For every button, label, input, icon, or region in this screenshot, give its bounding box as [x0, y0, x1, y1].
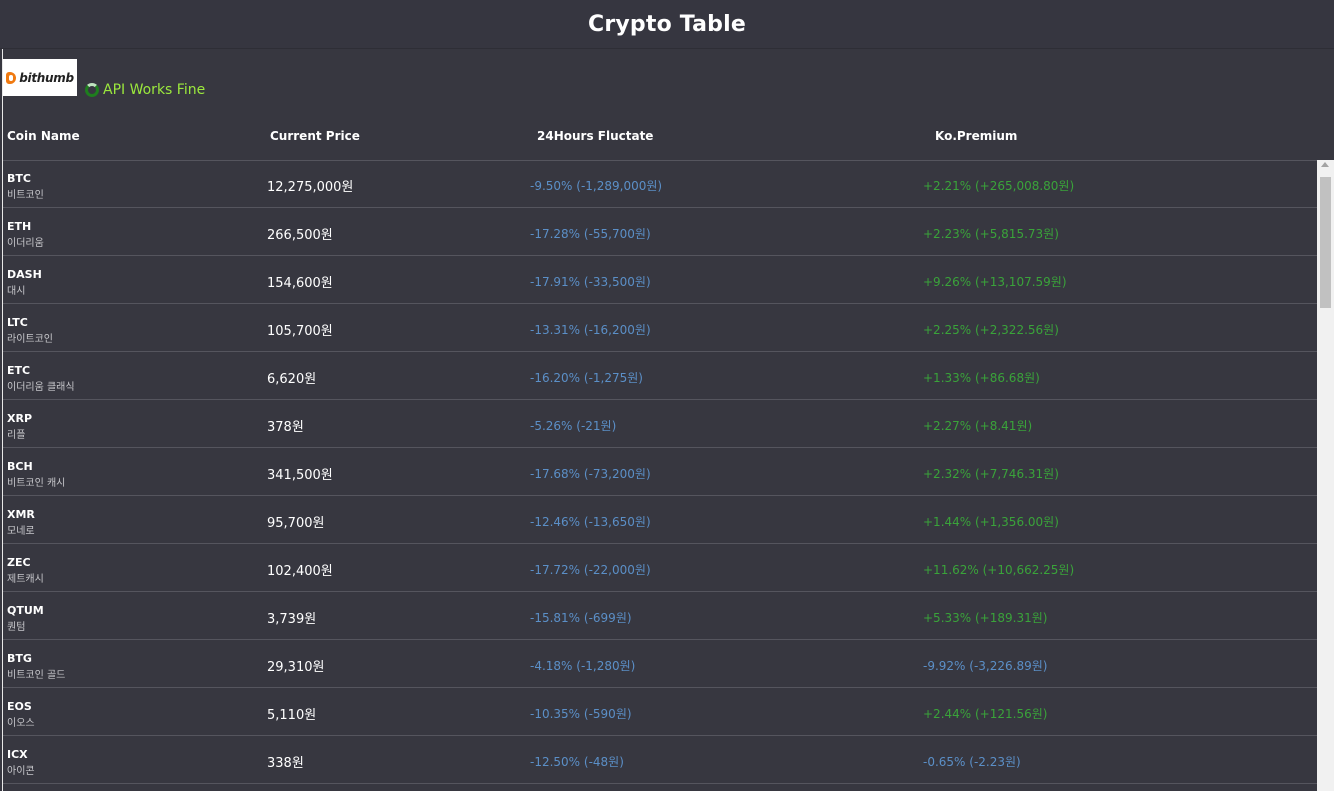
column-header-coin-name[interactable]: Coin Name	[7, 129, 80, 143]
page-header: Crypto Table	[0, 0, 1334, 49]
column-header-fluctuate[interactable]: 24Hours Fluctate	[537, 129, 653, 143]
app-root: Crypto Table bithumb API Works Fine Coin…	[0, 0, 1334, 791]
coin-premium: +5.33% (+189.31원)	[923, 611, 1048, 625]
coin-korean-name: 아이콘	[7, 766, 35, 777]
table-row[interactable]: ETH 이더리움 266,500원 -17.28% (-55,700원) +2.23% …	[3, 208, 1317, 256]
scroll-up-arrow-icon[interactable]	[1321, 162, 1329, 167]
coin-korean-name: 리플	[7, 430, 26, 441]
coin-korean-name: 비트코인 캐시	[7, 478, 66, 489]
coin-fluctuation: -13.31% (-16,200원)	[530, 323, 651, 337]
coin-price: 95,700원	[267, 516, 325, 531]
table-row[interactable]: XRP 리플 378원 -5.26% (-21원) +2.27% (+8.41원)	[3, 400, 1317, 448]
coin-korean-name: 이더리움	[7, 238, 44, 249]
coin-premium: +2.23% (+5,815.73원)	[923, 227, 1059, 241]
coin-korean-name: 비트코인	[7, 190, 44, 201]
coin-fluctuation: -17.72% (-22,000원)	[530, 563, 651, 577]
coin-symbol: DASH	[7, 268, 42, 281]
scrollbar-thumb[interactable]	[1320, 177, 1331, 308]
coin-premium: +2.32% (+7,746.31원)	[923, 467, 1059, 481]
coin-fluctuation: -12.50% (-48원)	[530, 755, 624, 769]
coin-premium: +2.25% (+2,322.56원)	[923, 323, 1059, 337]
coin-korean-name: 라이트코인	[7, 334, 53, 345]
table-row[interactable]: DASH 대시 154,600원 -17.91% (-33,500원) +9.26% (…	[3, 256, 1317, 304]
coin-premium: -9.92% (-3,226.89원)	[923, 659, 1048, 673]
coin-premium: +2.21% (+265,008.80원)	[923, 179, 1075, 193]
coin-korean-name: 모네로	[7, 526, 35, 537]
brand-row: bithumb API Works Fine	[3, 59, 205, 98]
coin-fluctuation: -4.18% (-1,280원)	[530, 659, 636, 673]
coin-symbol: XRP	[7, 412, 33, 425]
main-content: bithumb API Works Fine Coin Name Current…	[2, 49, 1334, 791]
coin-premium: +2.44% (+121.56원)	[923, 707, 1048, 721]
coin-premium: +1.33% (+86.68원)	[923, 371, 1040, 385]
coin-symbol: EOS	[7, 700, 32, 713]
coin-symbol: QTUM	[7, 604, 44, 617]
bithumb-logo-icon	[6, 71, 17, 84]
table-row[interactable]: LTC 라이트코인 105,700원 -13.31% (-16,200원) +2.25%…	[3, 304, 1317, 352]
coin-symbol: BTC	[7, 172, 31, 185]
coin-price: 341,500원	[267, 468, 333, 483]
column-header-current-price[interactable]: Current Price	[270, 129, 360, 143]
coin-price: 378원	[267, 420, 304, 435]
table-row[interactable]: BTC 비트코인 12,275,000원 -9.50% (-1,289,000원) +2…	[3, 160, 1317, 208]
table-header: Coin Name Current Price 24Hours Fluctate…	[3, 129, 1334, 161]
coin-table: BTC 비트코인 12,275,000원 -9.50% (-1,289,000원) +2…	[3, 160, 1317, 791]
coin-fluctuation: -5.26% (-21원)	[530, 419, 617, 433]
api-status-text: API Works Fine	[103, 82, 206, 98]
coin-symbol: XMR	[7, 508, 35, 521]
coin-korean-name: 대시	[7, 286, 26, 297]
coin-symbol: ZEC	[7, 556, 31, 569]
table-row[interactable]: ICX 아이콘 338원 -12.50% (-48원) -0.65% (-2.23원)	[3, 736, 1317, 784]
coin-fluctuation: -10.35% (-590원)	[530, 707, 632, 721]
coin-price: 338원	[267, 756, 304, 771]
table-row[interactable]: BCH 비트코인 캐시 341,500원 -17.68% (-73,200원) +2.3…	[3, 448, 1317, 496]
coin-premium: -0.65% (-2.23원)	[923, 755, 1021, 769]
coin-price: 6,620원	[267, 372, 317, 387]
coin-korean-name: 이오스	[7, 718, 35, 729]
coin-price: 154,600원	[267, 276, 333, 291]
coin-fluctuation: -15.81% (-699원)	[530, 611, 632, 625]
coin-premium: +11.62% (+10,662.25원)	[923, 563, 1075, 577]
coin-price: 3,739원	[267, 612, 317, 627]
coin-symbol: ETC	[7, 364, 31, 377]
coin-premium: +2.27% (+8.41원)	[923, 419, 1033, 433]
coin-premium: +1.44% (+1,356.00원)	[923, 515, 1059, 529]
coin-price: 102,400원	[267, 564, 333, 579]
coin-korean-name: 제트캐시	[7, 574, 44, 585]
coin-fluctuation: -16.20% (-1,275원)	[530, 371, 643, 385]
loading-spinner-icon	[85, 83, 99, 97]
coin-price: 12,275,000원	[267, 180, 354, 195]
coin-korean-name: 퀀텀	[7, 622, 26, 633]
table-row[interactable]: QTUM 퀀텀 3,739원 -15.81% (-699원) +5.33% (+189.…	[3, 592, 1317, 640]
api-status: API Works Fine	[85, 82, 205, 98]
vertical-scrollbar[interactable]	[1317, 160, 1334, 791]
coin-fluctuation: -12.46% (-13,650원)	[530, 515, 651, 529]
coin-premium: +9.26% (+13,107.59원)	[923, 275, 1067, 289]
table-row[interactable]: XMR 모네로 95,700원 -12.46% (-13,650원) +1.44% (+…	[3, 496, 1317, 544]
coin-symbol: ETH	[7, 220, 32, 233]
table-row[interactable]: BTG 비트코인 골드 29,310원 -4.18% (-1,280원) -9.92% …	[3, 640, 1317, 688]
coin-fluctuation: -17.28% (-55,700원)	[530, 227, 651, 241]
coin-fluctuation: -17.91% (-33,500원)	[530, 275, 651, 289]
coin-symbol: ICX	[7, 748, 28, 761]
table-row[interactable]: ZEC 제트캐시 102,400원 -17.72% (-22,000원) +11.62%…	[3, 544, 1317, 592]
coin-korean-name: 이더리움 클래식	[7, 382, 75, 393]
bithumb-logo-text: bithumb	[19, 70, 74, 85]
coin-price: 266,500원	[267, 228, 333, 243]
coin-fluctuation: -17.68% (-73,200원)	[530, 467, 651, 481]
bithumb-logo[interactable]: bithumb	[3, 59, 77, 96]
table-row[interactable]: EOS 이오스 5,110원 -10.35% (-590원) +2.44% (+121.…	[3, 688, 1317, 736]
coin-symbol: LTC	[7, 316, 28, 329]
coin-fluctuation: -9.50% (-1,289,000원)	[530, 179, 663, 193]
coin-symbol: BCH	[7, 460, 33, 473]
coin-korean-name: 비트코인 골드	[7, 670, 66, 681]
coin-price: 5,110원	[267, 708, 317, 723]
coin-price: 29,310원	[267, 660, 325, 675]
coin-symbol: BTG	[7, 652, 32, 665]
coin-price: 105,700원	[267, 324, 333, 339]
table-row[interactable]: ETC 이더리움 클래식 6,620원 -16.20% (-1,275원) +1.33%…	[3, 352, 1317, 400]
page-title: Crypto Table	[587, 11, 746, 37]
column-header-premium[interactable]: Ko.Premium	[935, 129, 1017, 143]
